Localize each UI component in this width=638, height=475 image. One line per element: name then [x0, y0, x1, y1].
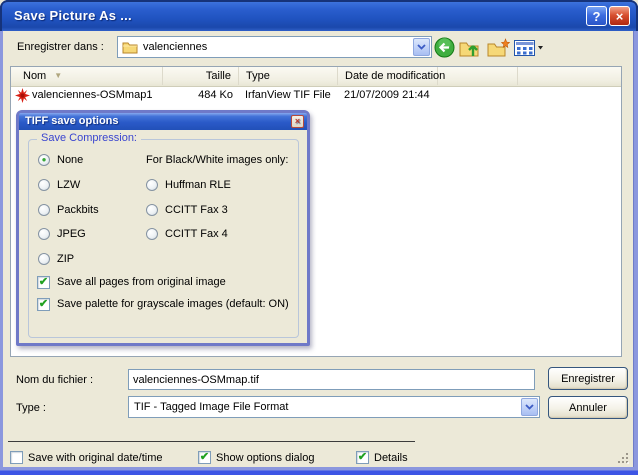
title-bar[interactable]: Save Picture As ... ? ×: [0, 0, 638, 31]
radio-fax3-circle: [146, 204, 158, 216]
checkbox-save-all-pages-box: ✔: [37, 276, 50, 289]
cancel-button[interactable]: Annuler: [548, 396, 628, 419]
save-in-combobox[interactable]: valenciennes: [117, 36, 432, 58]
irfanview-file-icon: [15, 88, 30, 105]
folder-icon: [122, 41, 138, 54]
new-folder-icon: [487, 38, 510, 58]
window-border-left: [0, 31, 3, 475]
checkbox-details-label: Details: [374, 452, 408, 464]
bw-only-header: For Black/White images only:: [146, 154, 288, 166]
radio-zip-circle: [38, 253, 50, 265]
radio-jpeg[interactable]: JPEG: [38, 227, 86, 241]
save-button-label: Enregistrer: [561, 373, 615, 385]
type-label: Type :: [16, 402, 46, 414]
file-name: valenciennes-OSMmap1: [32, 87, 152, 104]
radio-packbits-label: Packbits: [57, 204, 99, 216]
cancel-button-label: Annuler: [569, 402, 607, 414]
checkbox-details-box: ✔: [356, 451, 369, 464]
column-header-name[interactable]: Nom▼: [11, 67, 163, 85]
checkbox-save-palette[interactable]: ✔ Save palette for grayscale images (def…: [37, 297, 289, 311]
save-in-value: valenciennes: [143, 41, 207, 53]
checkbox-show-options-dialog[interactable]: ✔ Show options dialog: [198, 450, 314, 465]
checkbox-original-datetime-label: Save with original date/time: [28, 452, 163, 464]
radio-huffman-circle: [146, 179, 158, 191]
view-menu-button[interactable]: [512, 36, 546, 59]
column-header-size[interactable]: Taille: [163, 67, 239, 85]
tiff-options-dialog: TIFF save options × Save Compression: ● …: [16, 110, 310, 346]
radio-lzw-label: LZW: [57, 179, 80, 191]
sort-icon: ▼: [54, 71, 62, 80]
checkbox-save-all-pages-label: Save all pages from original image: [57, 276, 226, 288]
save-compression-label: Save Compression:: [37, 132, 141, 144]
radio-huffman-rle[interactable]: Huffman RLE: [146, 178, 231, 192]
view-menu-icon: [514, 40, 544, 56]
radio-fax4-circle: [146, 228, 158, 240]
tiff-dialog-title: TIFF save options: [25, 115, 119, 127]
up-one-level-button[interactable]: [458, 36, 482, 59]
file-size: 484 Ko: [163, 87, 233, 104]
radio-jpeg-label: JPEG: [57, 228, 86, 240]
back-icon: [434, 37, 455, 58]
radio-packbits[interactable]: Packbits: [38, 203, 99, 217]
close-button[interactable]: ×: [609, 6, 630, 26]
tiff-dialog-titlebar[interactable]: TIFF save options ×: [19, 113, 307, 130]
checkbox-save-palette-label: Save palette for grayscale images (defau…: [57, 298, 289, 310]
radio-ccitt-fax3[interactable]: CCITT Fax 3: [146, 203, 228, 217]
column-header-type[interactable]: Type: [239, 67, 338, 85]
filename-input[interactable]: [128, 369, 535, 390]
back-button[interactable]: [432, 36, 456, 59]
radio-zip[interactable]: ZIP: [38, 252, 74, 266]
type-combobox[interactable]: TIF - Tagged Image File Format: [128, 396, 540, 418]
checkbox-original-datetime[interactable]: Save with original date/time: [10, 450, 163, 465]
save-button[interactable]: Enregistrer: [548, 367, 628, 390]
window-border-bottom: [0, 467, 638, 475]
radio-none[interactable]: ● None: [38, 153, 83, 167]
column-header-blank: [438, 67, 518, 85]
footer-divider: [8, 441, 415, 442]
window-border-right: [633, 31, 638, 475]
save-in-dropdown-arrow[interactable]: [413, 38, 430, 56]
help-button[interactable]: ?: [586, 6, 607, 26]
radio-none-label: None: [57, 154, 83, 166]
radio-zip-label: ZIP: [57, 253, 74, 265]
radio-ccitt-fax4[interactable]: CCITT Fax 4: [146, 227, 228, 241]
up-one-level-icon: [459, 38, 481, 58]
filename-label: Nom du fichier :: [16, 374, 93, 386]
save-picture-dialog: Save Picture As ... ? × Enregistrer dans…: [0, 0, 638, 475]
save-in-label: Enregistrer dans :: [17, 41, 104, 53]
radio-fax4-label: CCITT Fax 4: [165, 228, 228, 240]
radio-packbits-circle: [38, 204, 50, 216]
checkbox-show-options-label: Show options dialog: [216, 452, 314, 464]
radio-lzw-circle: [38, 179, 50, 191]
titlebar-buttons: ? ×: [586, 6, 630, 26]
checkbox-show-options-box: ✔: [198, 451, 211, 464]
radio-none-circle: ●: [38, 154, 50, 166]
window-title: Save Picture As ...: [14, 0, 132, 31]
checkbox-save-palette-box: ✔: [37, 298, 50, 311]
file-row[interactable]: valenciennes-OSMmap1 484 Ko IrfanView TI…: [11, 87, 621, 104]
radio-huffman-label: Huffman RLE: [165, 179, 231, 191]
checkbox-save-all-pages[interactable]: ✔ Save all pages from original image: [37, 275, 226, 289]
radio-jpeg-circle: [38, 228, 50, 240]
resize-grip-icon[interactable]: [616, 451, 630, 465]
radio-fax3-label: CCITT Fax 3: [165, 204, 228, 216]
file-date: 21/07/2009 21:44: [344, 87, 430, 104]
new-folder-button[interactable]: [486, 36, 510, 59]
checkbox-details[interactable]: ✔ Details: [356, 450, 408, 465]
checkbox-original-datetime-box: [10, 451, 23, 464]
column-header-date[interactable]: Date de modification: [338, 67, 438, 85]
type-value: TIF - Tagged Image File Format: [134, 401, 288, 413]
radio-lzw[interactable]: LZW: [38, 178, 80, 192]
file-list-header: Nom▼ Taille Type Date de modification: [11, 67, 621, 87]
tiff-close-button[interactable]: ×: [291, 115, 304, 128]
file-type: IrfanView TIF File: [245, 87, 331, 104]
type-dropdown-arrow[interactable]: [521, 398, 538, 416]
